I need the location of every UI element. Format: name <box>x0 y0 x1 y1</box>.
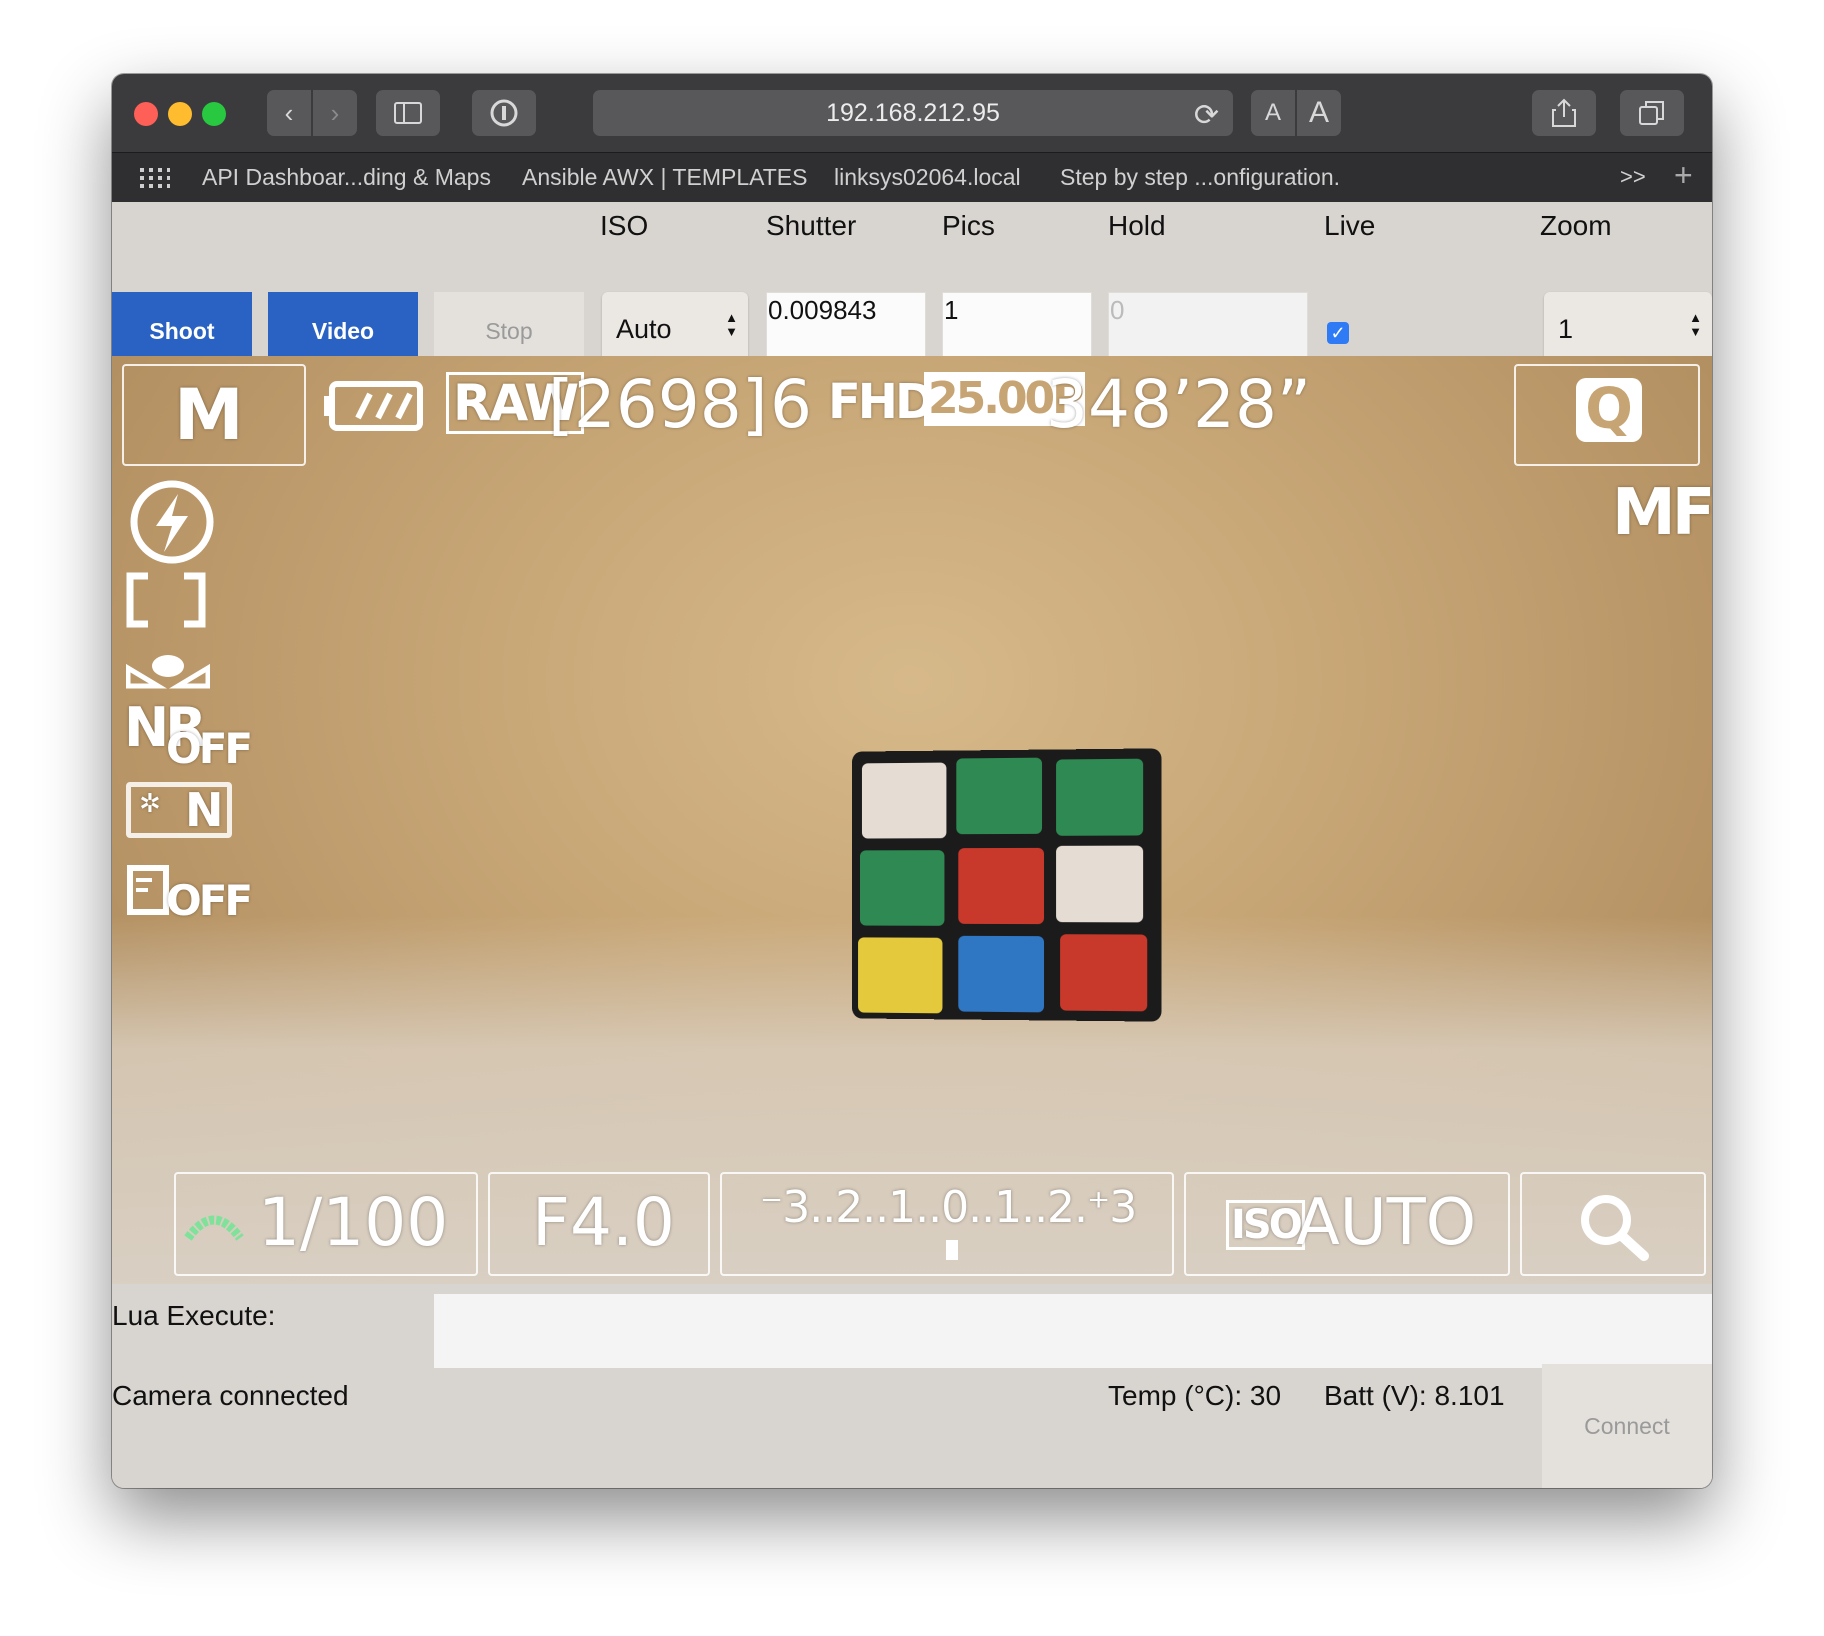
battery-icon <box>324 381 423 431</box>
bookmarks-bar: API Dashboar...ding & Maps Ansible AWX |… <box>112 152 1712 202</box>
cube-tile <box>956 757 1043 835</box>
apps-grid-icon[interactable] <box>140 168 170 188</box>
shooting-mode: M <box>174 374 244 456</box>
exposure-scale-box[interactable]: ⁻3..2..1..0..1..2.⁺3 <box>720 1172 1174 1276</box>
text-bigger-label: A <box>1308 96 1329 129</box>
battery-voltage-readout: Batt (V): 8.101 <box>1324 1380 1505 1411</box>
close-window-button[interactable] <box>134 102 158 126</box>
password-button[interactable] <box>472 90 536 136</box>
magnify-button[interactable] <box>1520 1172 1706 1276</box>
cube-tile <box>861 762 947 839</box>
exposure-indicator <box>946 1240 958 1260</box>
text-bigger-button[interactable]: A <box>1297 90 1341 136</box>
text-smaller-label: A <box>1264 99 1281 126</box>
lua-execute-label: Lua Execute: <box>112 1300 276 1331</box>
af-frame-icon <box>126 572 206 628</box>
back-button[interactable]: ‹ <box>267 90 311 136</box>
new-tab-button[interactable]: + <box>1674 157 1693 194</box>
sidebar-icon <box>394 102 422 124</box>
iso-column-label: ISO <box>600 210 649 241</box>
video-resolution: FHD <box>828 374 935 430</box>
connection-status: Camera connected <box>112 1380 349 1411</box>
connect-button[interactable]: Connect <box>1542 1364 1712 1488</box>
flash-off-icon <box>130 480 214 564</box>
cube-tile <box>958 847 1045 925</box>
noise-reduction-state: OFF <box>166 724 253 773</box>
browser-window: ‹ › 192.168.212.95 ⟳ A A API Dashboar...… <box>112 74 1712 1488</box>
shutter-column-label: Shutter <box>766 210 857 241</box>
checkmark-icon: ✓ <box>1330 323 1346 343</box>
shots-remaining: [2698] <box>548 366 768 443</box>
chevron-left-icon: ‹ <box>284 97 294 128</box>
live-column-label: Live <box>1324 210 1376 241</box>
select-arrows-icon: ▲ ▼ <box>1689 310 1702 339</box>
browser-toolbar: ‹ › 192.168.212.95 ⟳ A A <box>112 74 1712 152</box>
hold-column-label: Hold <box>1108 210 1166 241</box>
reload-icon[interactable]: ⟳ <box>1194 98 1219 133</box>
zoom-column-label: Zoom <box>1540 210 1612 241</box>
iso-box[interactable]: ISO AUTO <box>1184 1172 1510 1276</box>
dlo-icon <box>127 865 169 915</box>
password-key-icon <box>490 99 518 127</box>
dlo-state: OFF <box>166 876 253 925</box>
cube-tile <box>958 935 1045 1013</box>
zoom-select[interactable]: 1 ▲ ▼ <box>1544 292 1712 366</box>
bookmark-linksys[interactable]: linksys02064.local <box>834 164 1021 191</box>
cube-tile <box>858 937 943 1014</box>
live-view-image[interactable]: M RAW [2698] 6 FHD 25.00P 348’28” Q MF N… <box>112 356 1712 1284</box>
zoom-window-button[interactable] <box>202 102 226 126</box>
chevron-right-icon: › <box>330 97 340 128</box>
quick-control-button[interactable]: Q <box>1514 364 1700 466</box>
tabs-icon <box>1639 101 1664 125</box>
shutter-speed-value: 1/100 <box>258 1184 449 1261</box>
temperature-readout: Temp (°C): 30 <box>1108 1380 1282 1411</box>
iso-mode: AUTO <box>1296 1186 1477 1260</box>
iso-badge: ISO <box>1226 1200 1305 1250</box>
iso-select-value: Auto <box>616 313 672 344</box>
high-iso-nr-label: N <box>185 783 224 837</box>
aperture-value: F4.0 <box>532 1184 675 1261</box>
high-iso-nr-icon: ✲ N <box>126 782 232 838</box>
cube-tile <box>1060 934 1148 1012</box>
metering-icon <box>126 655 210 689</box>
address-bar[interactable]: 192.168.212.95 ⟳ <box>593 90 1233 136</box>
magnifier-icon <box>1581 1195 1649 1261</box>
tabs-overview-button[interactable] <box>1620 90 1684 136</box>
text-smaller-button[interactable]: A <box>1251 90 1295 136</box>
quick-control-label: Q <box>1576 378 1642 442</box>
shutter-dial-icon <box>184 1215 244 1241</box>
focus-mode: MF <box>1612 476 1712 550</box>
recording-time: 348’28” <box>1046 366 1312 443</box>
cube-tile <box>1056 845 1144 923</box>
pics-column-label: Pics <box>942 210 995 241</box>
shots-digit: 6 <box>770 366 812 443</box>
sidebar-button[interactable] <box>376 90 440 136</box>
shutter-speed-box[interactable]: 1/100 <box>174 1172 478 1276</box>
cube-tile <box>1056 758 1144 836</box>
bookmark-step-by-step[interactable]: Step by step ...onfiguration. <box>1060 164 1340 191</box>
shooting-mode-box[interactable]: M <box>122 364 306 466</box>
zoom-select-value: 1 <box>1558 313 1574 344</box>
forward-button[interactable]: › <box>313 90 357 136</box>
address-text: 192.168.212.95 <box>826 98 1000 127</box>
cube-tile <box>860 850 945 926</box>
share-icon <box>1552 98 1576 127</box>
live-checkbox[interactable]: ✓ <box>1327 322 1349 344</box>
sparkle-icon: ✲ <box>139 789 161 819</box>
bookmarks-overflow-button[interactable]: >> <box>1620 164 1646 190</box>
exposure-scale: ⁻3..2..1..0..1..2.⁺3 <box>760 1182 1137 1233</box>
minimize-window-button[interactable] <box>168 102 192 126</box>
camera-control-page: ISO Shutter Pics Hold Live Zoom Shoot Vi… <box>112 202 1712 1488</box>
select-arrows-icon: ▲ ▼ <box>725 310 738 339</box>
iso-select[interactable]: Auto ▲ ▼ <box>602 292 748 366</box>
share-button[interactable] <box>1532 90 1596 136</box>
rubiks-cube <box>852 748 1162 1022</box>
lua-execute-input[interactable] <box>434 1294 1712 1368</box>
bookmark-api-dashboard[interactable]: API Dashboar...ding & Maps <box>202 164 491 191</box>
bookmark-ansible-awx[interactable]: Ansible AWX | TEMPLATES <box>522 164 807 191</box>
aperture-box[interactable]: F4.0 <box>488 1172 710 1276</box>
